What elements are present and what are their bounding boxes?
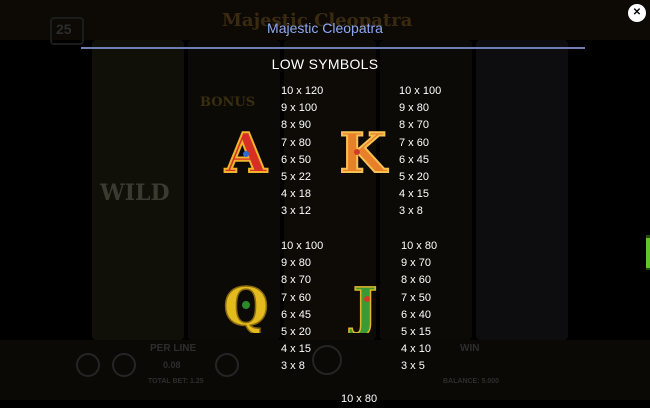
total-bet-label: TOTAL BET: 1.25 — [148, 378, 204, 385]
payout-j-2: 8 x 60 — [401, 274, 431, 287]
balance-label: BALANCE: 5.000 — [443, 378, 500, 385]
payout-a-7: 3 x 12 — [281, 205, 311, 218]
paytable-q: 10 x 100 9 x 80 8 x 70 7 x 60 6 x 45 5 x… — [281, 238, 323, 376]
help-button[interactable] — [76, 353, 100, 377]
reel-5 — [476, 40, 568, 340]
payout-q-6: 4 x 15 — [281, 343, 311, 356]
per-line-value: 0.08 — [163, 360, 181, 370]
payout-k-1: 9 x 80 — [399, 102, 429, 115]
payout-k-3: 7 x 60 — [399, 136, 429, 149]
svg-text:K: K — [340, 122, 389, 178]
payout-k-7: 3 x 8 — [399, 205, 423, 218]
payout-q-5: 5 x 20 — [281, 326, 311, 339]
payout-j-7: 3 x 5 — [401, 360, 425, 373]
wild-text: WILD — [100, 180, 170, 206]
paytable-k: 10 x 100 9 x 80 8 x 70 7 x 60 6 x 45 5 x… — [399, 83, 441, 221]
payout-a-4: 6 x 50 — [281, 153, 311, 166]
payout-k-0: 10 x 100 — [399, 85, 442, 97]
paytable-a: 10 x 120 9 x 100 8 x 90 7 x 80 6 x 50 5 … — [281, 83, 323, 221]
scrollbar-thumb[interactable] — [646, 238, 650, 268]
payout-a-0: 10 x 120 — [281, 85, 324, 97]
payout-q-4: 6 x 45 — [281, 308, 311, 321]
letter-k-symbol-icon: K — [339, 122, 390, 178]
win-label: WIN — [460, 343, 480, 354]
payout-q-3: 7 x 60 — [281, 291, 311, 304]
letter-q-symbol-icon: Q — [223, 277, 270, 333]
per-line-label: PER LINE — [150, 343, 197, 354]
payout-j-3: 7 x 50 — [401, 291, 431, 304]
bonus-text: BONUS — [200, 95, 256, 110]
payout-a-3: 7 x 80 — [281, 136, 311, 149]
payout-k-4: 6 x 45 — [399, 153, 429, 166]
payout-q-0: 10 x 100 — [281, 240, 324, 252]
payout-j-4: 6 x 40 — [401, 308, 431, 321]
payout-a-2: 8 x 90 — [281, 119, 311, 132]
title-divider — [81, 47, 585, 49]
payout-j-0: 10 x 80 — [401, 240, 438, 252]
plus-button[interactable] — [215, 353, 239, 377]
payout-j-6: 4 x 10 — [401, 343, 431, 356]
payout-q-1: 9 x 80 — [281, 257, 311, 270]
svg-text:A: A — [224, 122, 268, 178]
payout-k-5: 5 x 20 — [399, 171, 429, 184]
letter-j-symbol-icon: J — [348, 277, 378, 333]
payout-k-6: 4 x 15 — [399, 188, 429, 201]
payout-a-6: 4 x 18 — [281, 188, 311, 201]
payout-a-1: 9 x 100 — [281, 102, 318, 115]
letter-a-symbol-icon: A — [223, 122, 269, 178]
payout-j-1: 9 x 70 — [401, 257, 431, 270]
close-icon[interactable]: ✕ — [628, 4, 646, 22]
minus-button[interactable] — [112, 353, 136, 377]
payout-q-2: 8 x 70 — [281, 274, 311, 287]
payout-q-7: 3 x 8 — [281, 360, 305, 373]
paytable-title: Majestic Cleopatra — [267, 20, 383, 36]
payout-k-2: 8 x 70 — [399, 119, 429, 132]
section-heading: LOW SYMBOLS — [271, 56, 379, 72]
svg-text:J: J — [349, 277, 378, 333]
payout-a-5: 5 x 22 — [281, 171, 311, 184]
payout-j-5: 5 x 15 — [401, 326, 431, 339]
paytable-j: 10 x 80 9 x 70 8 x 60 7 x 50 6 x 40 5 x … — [401, 238, 437, 376]
